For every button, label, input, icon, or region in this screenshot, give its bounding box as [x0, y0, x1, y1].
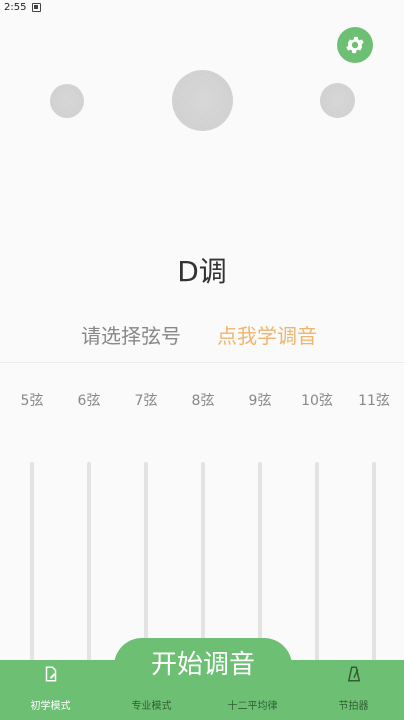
settings-button[interactable] [337, 27, 373, 63]
start-tuning-label: 开始调音 [150, 650, 255, 680]
beginner-icon [45, 666, 56, 682]
status-time: 2:55 [4, 1, 27, 13]
nav-item-metronome[interactable]: 节拍器 [303, 660, 404, 720]
nav-label: 十二平均律 [227, 701, 278, 712]
notification-icon [32, 2, 42, 12]
nav-label: 节拍器 [338, 701, 369, 712]
tuning-peg-left [50, 84, 84, 118]
string-label: 10弦 [301, 393, 333, 409]
gear-icon [346, 36, 364, 54]
key-title: D调 [177, 255, 227, 288]
tuning-peg-right [320, 83, 355, 118]
tuning-peg-center [172, 70, 233, 131]
learn-tuning-link[interactable]: 点我学调音 [217, 320, 317, 349]
select-string-prompt: 请选择弦号 [81, 324, 181, 348]
status-bar: 2:55 [0, 0, 404, 14]
nav-item-beginner[interactable]: 初学模式 [0, 660, 101, 720]
divider [0, 362, 404, 363]
string-label: 11弦 [358, 393, 390, 409]
nav-label: 专业模式 [131, 701, 172, 712]
string-label: 5弦 [20, 393, 44, 409]
prompt-row: 请选择弦号 点我学调音 [0, 320, 404, 350]
string-label: 9弦 [248, 393, 272, 409]
nav-label: 初学模式 [30, 701, 71, 712]
metronome-icon [347, 666, 360, 682]
string-label: 7弦 [134, 393, 158, 409]
string-label: 8弦 [191, 393, 215, 409]
start-tuning-button[interactable]: 开始调音 [114, 638, 292, 694]
string-label: 6弦 [77, 393, 101, 409]
